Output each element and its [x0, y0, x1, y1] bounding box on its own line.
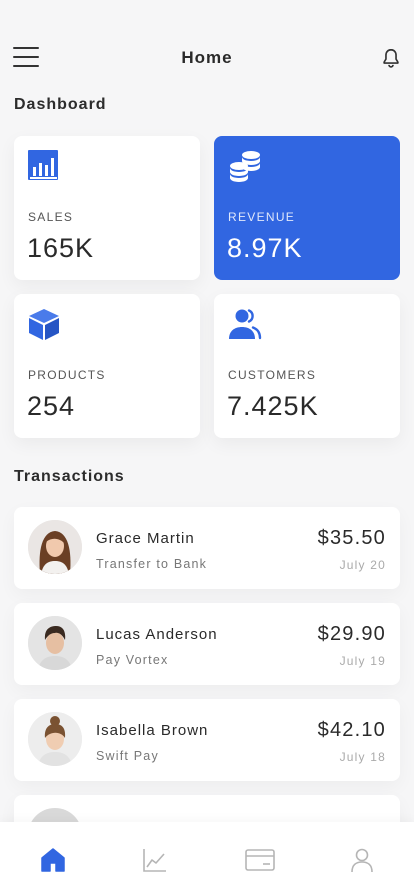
- revenue-card[interactable]: REVENUE 8.97K: [214, 136, 400, 280]
- card-icon: [245, 849, 275, 871]
- line-chart-icon: [143, 849, 166, 872]
- customers-label: CUSTOMERS: [228, 368, 317, 382]
- avatar: [28, 616, 82, 670]
- sales-value: 165K: [27, 233, 95, 263]
- transaction-amount: $35.50: [317, 527, 386, 549]
- nav-profile[interactable]: [342, 842, 382, 882]
- transaction-name: Isabella Brown: [96, 722, 209, 739]
- transaction-amount: $29.90: [317, 623, 386, 645]
- transaction-row[interactable]: Lucas Anderson Pay Vortex $29.90 July 19: [14, 603, 400, 685]
- transactions-title: Transactions: [14, 468, 125, 485]
- transaction-name: Grace Martin: [96, 530, 195, 547]
- avatar: [28, 520, 82, 574]
- coins-icon: [230, 151, 260, 182]
- customers-value: 7.425K: [227, 391, 319, 421]
- transaction-method: Transfer to Bank: [96, 557, 208, 571]
- sales-label: SALES: [28, 210, 74, 224]
- products-value: 254: [27, 391, 76, 421]
- transaction-date: July 20: [339, 558, 386, 572]
- nav-analytics[interactable]: [135, 842, 175, 882]
- transaction-date: July 18: [339, 750, 386, 764]
- products-label: PRODUCTS: [28, 368, 106, 382]
- box-icon: [29, 309, 59, 340]
- transaction-method: Swift Pay: [96, 749, 159, 763]
- sales-card[interactable]: SALES 165K: [14, 136, 200, 280]
- nav-home[interactable]: [33, 842, 73, 882]
- users-icon: [229, 309, 262, 340]
- customers-card[interactable]: CUSTOMERS 7.425K: [214, 294, 400, 438]
- bar-chart-icon: [28, 150, 58, 180]
- transaction-row[interactable]: Isabella Brown Swift Pay $42.10 July 18: [14, 699, 400, 781]
- home-icon: [41, 848, 65, 872]
- bell-icon[interactable]: [380, 46, 402, 70]
- transaction-amount: $42.10: [317, 719, 386, 741]
- user-icon: [351, 848, 373, 873]
- avatar: [28, 712, 82, 766]
- products-card[interactable]: PRODUCTS 254: [14, 294, 200, 438]
- revenue-label: REVENUE: [228, 210, 296, 224]
- dashboard-title: Dashboard: [14, 96, 107, 113]
- bottom-nav: [0, 822, 414, 896]
- revenue-value: 8.97K: [227, 233, 303, 263]
- transaction-method: Pay Vortex: [96, 653, 169, 667]
- page-title: Home: [181, 48, 233, 67]
- transaction-name: Lucas Anderson: [96, 626, 218, 643]
- top-bar: Home: [0, 40, 414, 76]
- nav-cards[interactable]: [239, 842, 279, 882]
- transaction-row[interactable]: Grace Martin Transfer to Bank $35.50 Jul…: [14, 507, 400, 589]
- transaction-date: July 19: [339, 654, 386, 668]
